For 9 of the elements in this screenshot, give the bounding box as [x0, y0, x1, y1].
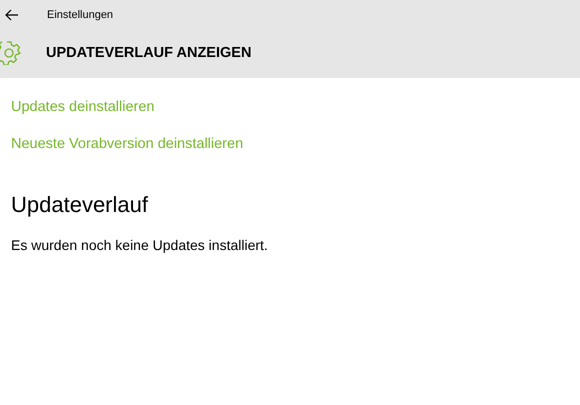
gear-icon	[0, 41, 21, 65]
back-arrow-icon	[4, 7, 20, 23]
link[interactable]: Updates deinstallieren	[11, 99, 154, 115]
status-message: Es wurden noch keine Updates installiert.	[11, 237, 269, 253]
back-button[interactable]	[4, 7, 20, 23]
window-title: Einstellungen	[47, 9, 114, 21]
section-heading: Updateverlauf	[11, 192, 149, 218]
page-title: UPDATEVERLAUF ANZEIGEN	[46, 45, 252, 61]
link[interactable]: Neueste Vorabversion deinstallieren	[11, 136, 244, 152]
